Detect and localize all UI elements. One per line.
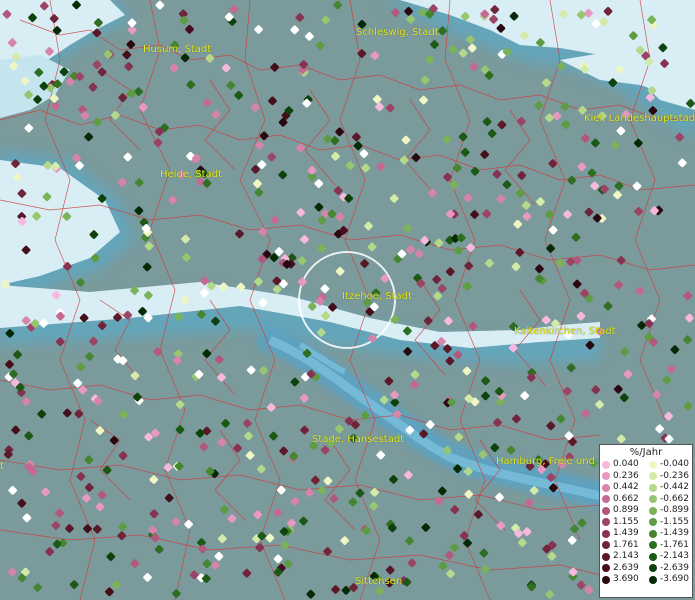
legend-swatch (602, 564, 610, 573)
legend-swatch (649, 552, 657, 561)
legend-swatch (649, 483, 657, 492)
legend-swatch (649, 460, 657, 469)
legend-value: -1.761 (660, 539, 690, 550)
legend-swatch (649, 472, 657, 481)
legend-value: 0.899 (613, 505, 639, 516)
legend-swatch (649, 575, 657, 584)
legend-entry-negative: -0.662 (649, 494, 695, 506)
city-label-stade: Stade, Hansestadt (312, 434, 405, 445)
legend-value: -0.442 (660, 482, 690, 493)
legend-value: 0.040 (613, 459, 639, 470)
legend-swatch (602, 495, 610, 504)
legend-swatch (602, 483, 610, 492)
legend-value: -2.143 (660, 551, 690, 562)
legend-swatch (602, 552, 610, 561)
city-label-heide: Heide, Stadt (160, 169, 222, 180)
legend-entry-positive: 0.662 (602, 494, 649, 506)
legend-value: 2.639 (613, 562, 639, 573)
legend-entry-positive: 0.040 (602, 459, 649, 471)
legend-grid: 0.040 -0.040 0.236 -0.236 0.442 -0.442 0.662 -0… (600, 459, 692, 586)
legend-entry-negative: -0.442 (649, 482, 695, 494)
legend-entry-positive: 1.155 (602, 517, 649, 529)
legend-value: 1.439 (613, 528, 639, 539)
legend-value: -1.155 (660, 516, 690, 527)
legend-entry-positive: 1.761 (602, 540, 649, 552)
city-label-left-edge: t (0, 461, 4, 472)
city-label-itzehoe: Itzehoe, Stadt (342, 291, 412, 302)
legend-value: 1.761 (613, 539, 639, 550)
legend-entry-positive: 3.690 (602, 574, 649, 586)
legend-entry-negative: -2.143 (649, 551, 695, 563)
legend-value: -1.439 (660, 528, 690, 539)
legend-entry-positive: 2.639 (602, 563, 649, 575)
legend-value: -0.236 (660, 470, 690, 481)
legend-swatch (649, 518, 657, 527)
city-label-kaltenkirchen: Kaltenkirchen, Stadt (514, 326, 616, 337)
legend-entry-negative: -2.639 (649, 563, 695, 575)
legend: %/Jahr 0.040 -0.040 0.236 -0.236 0.442 -0.442… (599, 444, 693, 598)
legend-value: 0.236 (613, 470, 639, 481)
legend-value: 2.143 (613, 551, 639, 562)
legend-value: 0.442 (613, 482, 639, 493)
city-label-hamburg: Hamburg, Freie und H (496, 456, 606, 467)
legend-entry-positive: 0.899 (602, 505, 649, 517)
legend-entry-negative: -0.236 (649, 471, 695, 483)
legend-value: 1.155 (613, 516, 639, 527)
legend-entry-positive: 0.236 (602, 471, 649, 483)
legend-swatch (602, 541, 610, 550)
legend-value: 0.662 (613, 493, 639, 504)
legend-swatch (649, 495, 657, 504)
city-label-kiel: Kiel, Landeshauptstadt (584, 113, 695, 124)
legend-entry-positive: 2.143 (602, 551, 649, 563)
legend-swatch (602, 460, 610, 469)
city-label-husum: Husum, Stadt (143, 44, 212, 55)
legend-entry-negative: -0.040 (649, 459, 695, 471)
legend-value: -0.040 (660, 459, 690, 470)
legend-swatch (649, 564, 657, 573)
legend-swatch (649, 541, 657, 550)
legend-value: 3.690 (613, 574, 639, 585)
legend-entry-positive: 0.442 (602, 482, 649, 494)
legend-swatch (602, 518, 610, 527)
legend-value: -0.899 (660, 505, 690, 516)
legend-swatch (602, 506, 610, 515)
legend-swatch (649, 529, 657, 538)
legend-title: %/Jahr (629, 447, 663, 458)
legend-entry-negative: -1.761 (649, 540, 695, 552)
legend-value: -0.662 (660, 493, 690, 504)
city-label-schleswig: Schleswig, Stadt (356, 27, 439, 38)
legend-entry-positive: 1.439 (602, 528, 649, 540)
legend-swatch (602, 472, 610, 481)
legend-entry-negative: -1.439 (649, 528, 695, 540)
legend-entry-negative: -1.155 (649, 517, 695, 529)
legend-entry-negative: -0.899 (649, 505, 695, 517)
legend-value: -3.690 (660, 574, 690, 585)
legend-swatch (602, 575, 610, 584)
legend-swatch (649, 506, 657, 515)
legend-swatch (602, 529, 610, 538)
legend-value: -2.639 (660, 562, 690, 573)
city-label-sittensen: Sittensen (355, 576, 403, 587)
legend-entry-negative: -3.690 (649, 574, 695, 586)
